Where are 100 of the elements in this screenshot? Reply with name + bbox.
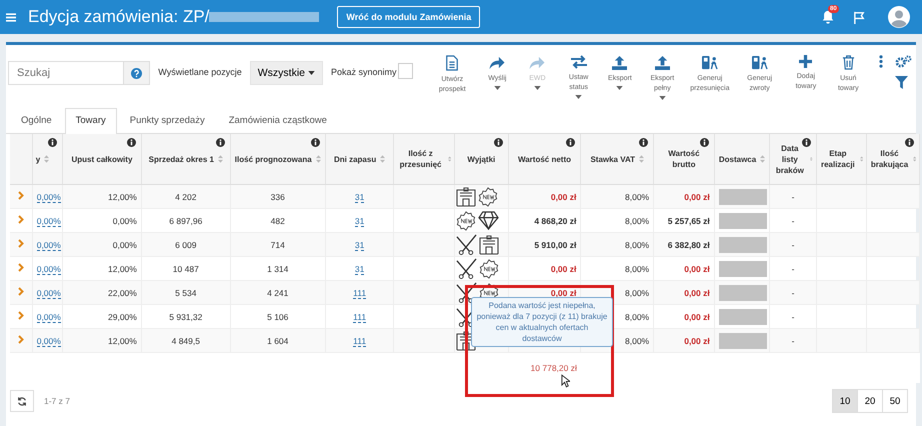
- column-header[interactable]: Dostawca: [718, 154, 756, 164]
- info-icon[interactable]: [639, 138, 648, 147]
- page-size-button[interactable]: 50: [882, 389, 908, 413]
- stock-days-link[interactable]: 111: [353, 336, 366, 346]
- settings-icon[interactable]: [895, 55, 912, 68]
- table-cell: 336: [270, 192, 285, 202]
- help-button[interactable]: [123, 61, 150, 85]
- expand-icon[interactable]: [18, 239, 24, 248]
- table-cell: 714: [270, 240, 285, 250]
- table-cell: -: [792, 288, 794, 298]
- refresh-button[interactable]: [10, 390, 34, 412]
- stock-days-link[interactable]: 31: [354, 240, 364, 250]
- scissors-icon: [456, 282, 478, 303]
- table-cell: -: [792, 216, 794, 226]
- tab[interactable]: Ogólne: [10, 108, 63, 133]
- table-cell: 0,00%: [112, 240, 137, 250]
- redacted-block: [718, 332, 767, 348]
- column-header[interactable]: Wartość netto: [518, 154, 572, 164]
- discount-link[interactable]: 0,00%: [36, 216, 61, 226]
- table-cell: 1 314: [267, 264, 288, 274]
- column-header[interactable]: Sprzedaż okres 1: [148, 154, 214, 164]
- menu-icon[interactable]: [6, 12, 16, 22]
- column-header[interactable]: y: [36, 154, 40, 164]
- total-net-value: 10 778,20 zł: [530, 363, 577, 373]
- table-cell: 482: [270, 216, 285, 226]
- caret-icon: [575, 95, 582, 99]
- table-cell: -: [792, 336, 794, 346]
- search-field[interactable]: Szukaj: [8, 61, 124, 85]
- table-cell: 5 910,00 zł: [534, 240, 576, 250]
- info-icon[interactable]: [216, 138, 225, 147]
- column-header[interactable]: Dni zapasu: [334, 154, 376, 164]
- table-cell: 4 241: [267, 288, 288, 298]
- info-icon[interactable]: [310, 138, 320, 147]
- tab[interactable]: Towary: [64, 108, 117, 134]
- back-button[interactable]: Wróć do modulu Zamówienia: [337, 6, 480, 28]
- table-cell: 12,00%: [108, 192, 137, 202]
- scissors-icon: [456, 258, 478, 279]
- expand-icon[interactable]: [18, 335, 24, 344]
- page-size-button[interactable]: 10: [832, 389, 858, 413]
- table-cell: 12,00%: [108, 264, 137, 274]
- column-header[interactable]: Stawka VAT: [590, 154, 636, 164]
- table-cell: 5 257,65 zł: [668, 216, 710, 226]
- info-icon[interactable]: [700, 138, 709, 147]
- new-badge-icon: [456, 210, 476, 230]
- table-cell: 8,00%: [625, 288, 650, 298]
- stock-days-link[interactable]: 31: [354, 264, 364, 274]
- info-icon[interactable]: [494, 138, 503, 147]
- expand-icon[interactable]: [18, 287, 24, 296]
- new-badge-icon: [478, 186, 498, 206]
- table-cell: 8,00%: [625, 336, 650, 346]
- redacted-block: [718, 236, 767, 252]
- flag-icon[interactable]: [853, 10, 866, 24]
- expand-icon[interactable]: [18, 263, 24, 272]
- table-cell: 5 534: [175, 288, 196, 298]
- table-cell: 22,00%: [108, 288, 137, 298]
- table-cell: 0,00 zł: [684, 288, 710, 298]
- info-icon[interactable]: [905, 138, 914, 147]
- discount-link[interactable]: 0,00%: [36, 264, 61, 274]
- filter-icon[interactable]: [895, 76, 908, 89]
- info-icon[interactable]: [126, 138, 136, 147]
- stock-days-link[interactable]: 111: [353, 312, 366, 322]
- caret-icon: [534, 86, 541, 90]
- table-cell: 8,00%: [625, 240, 650, 250]
- avatar-icon[interactable]: [888, 6, 910, 28]
- stock-days-link[interactable]: 31: [354, 216, 364, 226]
- page-range: 1-7 z 7: [44, 396, 70, 406]
- tooltip: Podana wartość jest niepełna, ponieważ dla 7 pozycji (z 11) brakuje cen w aktualnych ofertach dostawców: [471, 297, 613, 347]
- discount-link[interactable]: 0,00%: [36, 312, 61, 322]
- page-size-button[interactable]: 20: [857, 389, 883, 413]
- caret-icon: [658, 96, 666, 100]
- table-cell: 6 382,80 zł: [668, 240, 710, 250]
- tab[interactable]: Punkty sprzedaży: [118, 108, 216, 133]
- column-header[interactable]: Upust całkowity: [71, 154, 132, 164]
- stock-days-link[interactable]: 111: [353, 288, 366, 298]
- expand-icon[interactable]: [18, 191, 24, 200]
- info-icon[interactable]: [802, 138, 811, 147]
- bell-icon[interactable]: [821, 10, 835, 24]
- stock-days-link[interactable]: 31: [354, 192, 364, 202]
- column-header[interactable]: Wyjątki: [467, 154, 496, 164]
- more-icon[interactable]: [879, 55, 883, 68]
- info-icon[interactable]: [566, 138, 576, 147]
- diamond-icon: [478, 211, 500, 230]
- caret-icon: [308, 71, 315, 75]
- document-icon: [445, 55, 460, 71]
- refresh-icon: [17, 396, 27, 406]
- expand-icon[interactable]: [18, 311, 24, 320]
- table-cell: 12,00%: [108, 336, 137, 346]
- filter-label: Wyświetlane pozycje: [158, 67, 242, 77]
- synonyms-checkbox[interactable]: [398, 63, 414, 79]
- table-cell: 4 202: [175, 192, 196, 202]
- scissors-icon: [456, 234, 478, 255]
- tab[interactable]: Zamówienia cząstkowe: [218, 108, 338, 133]
- device-person-icon: [701, 55, 718, 70]
- expand-icon[interactable]: [18, 215, 24, 224]
- redacted-block: [718, 212, 767, 228]
- info-icon[interactable]: [48, 138, 58, 147]
- table-cell: 4 849,5: [172, 336, 200, 346]
- column-header[interactable]: Ilość prognozowana: [234, 154, 312, 164]
- filter-dropdown[interactable]: Wszystkie: [250, 61, 323, 85]
- table-cell: 6 897,96: [169, 216, 202, 226]
